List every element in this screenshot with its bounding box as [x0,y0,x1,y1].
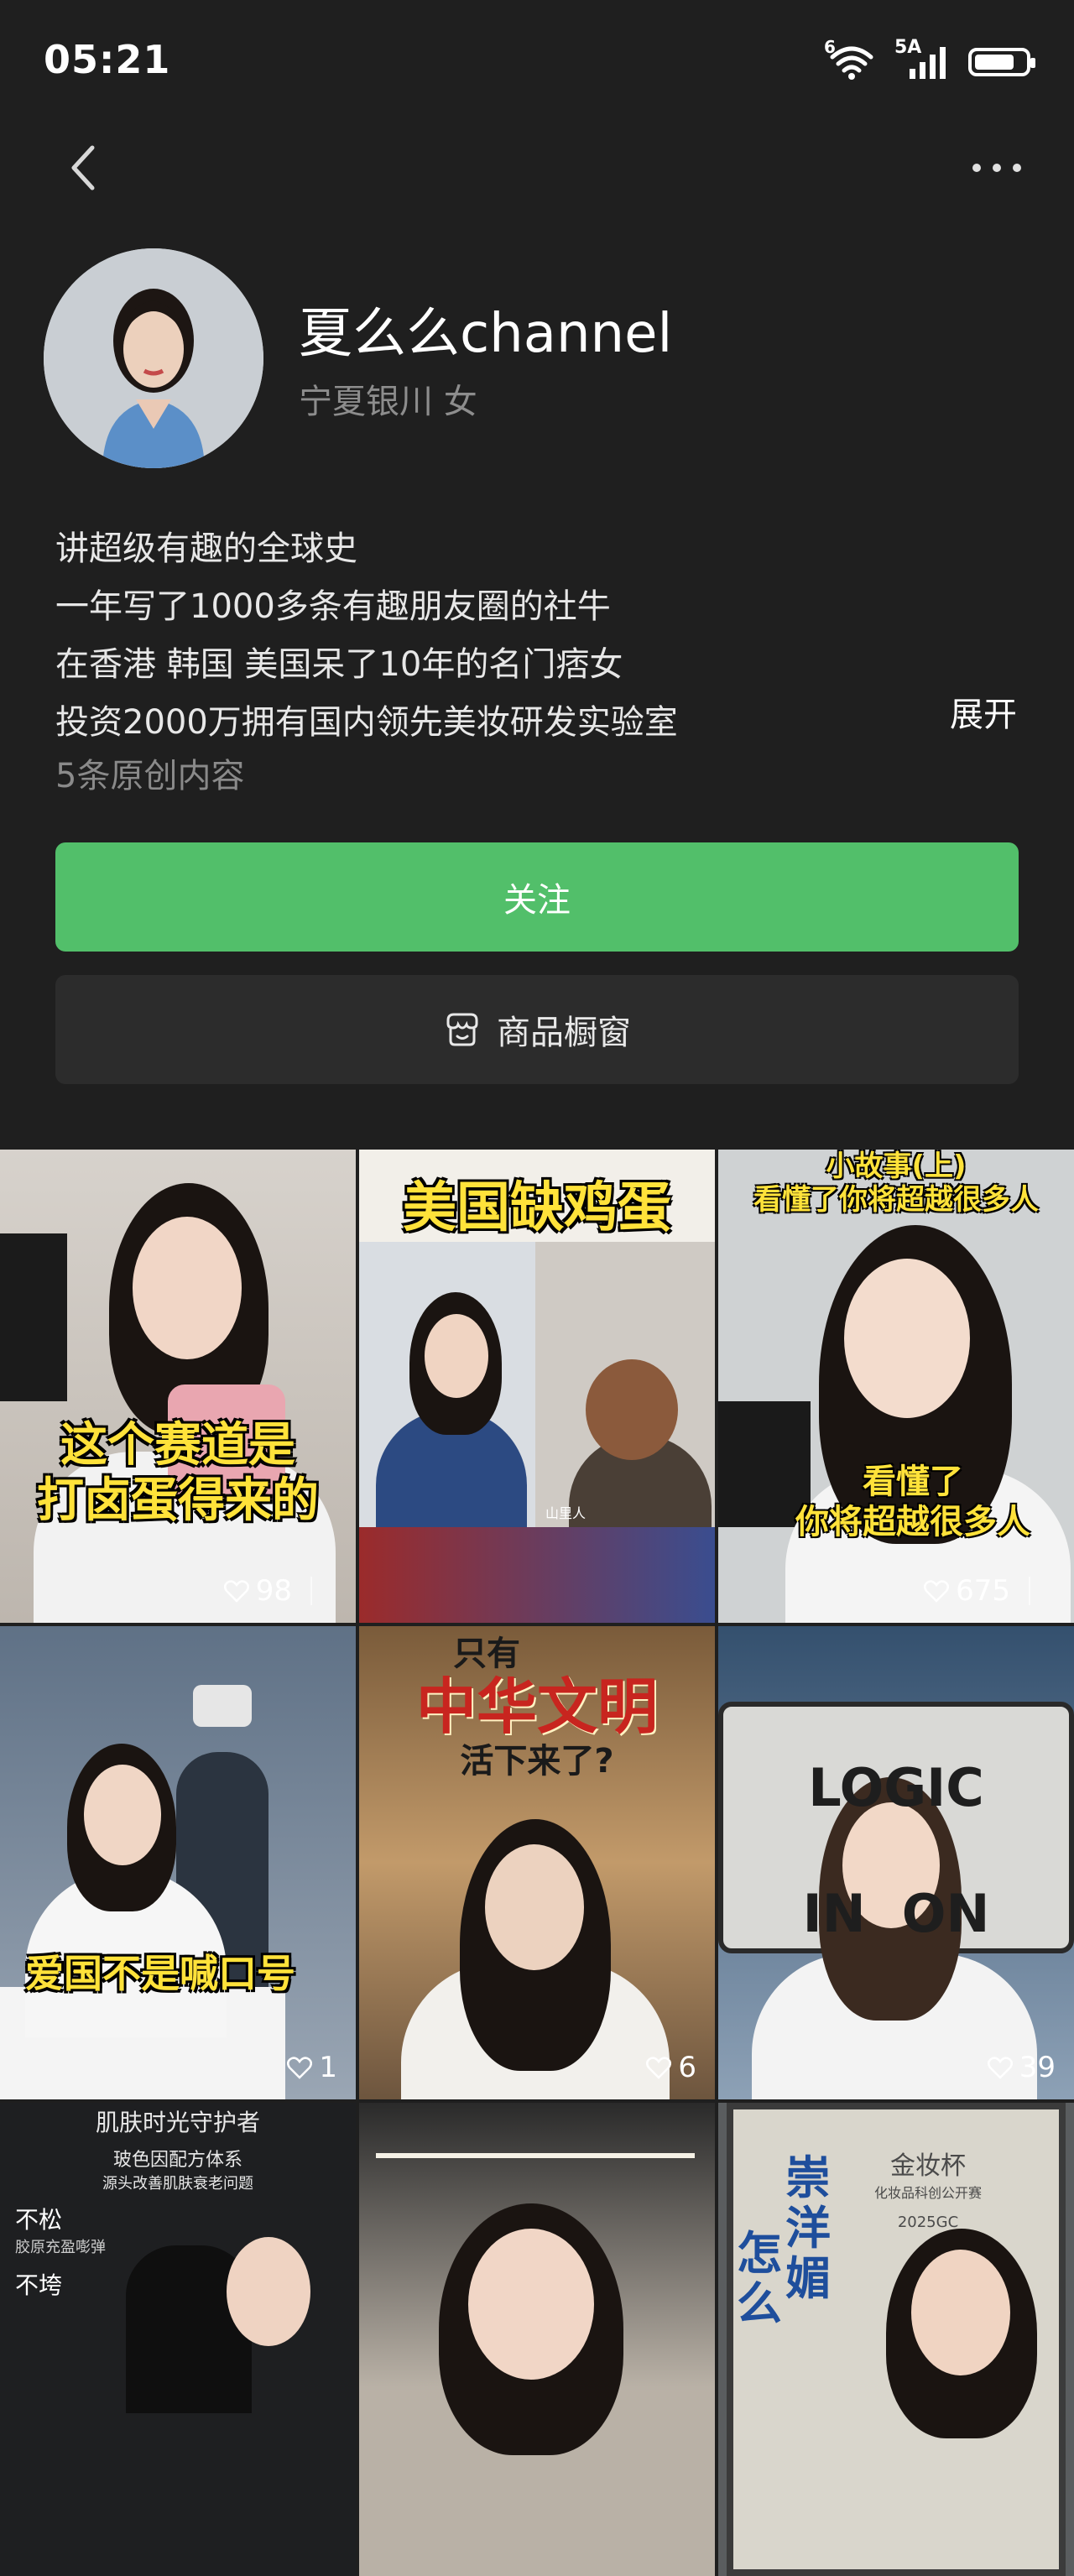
caption-line: 中华文明 [415,1671,658,1742]
caption-line: 肌肤时光守护者 [95,2109,260,2136]
caption-line: 打卤蛋得来的 [37,1473,319,1528]
caption-line: 看懂了 [863,1463,963,1501]
like-count: 6 [646,2051,696,2084]
follow-button-label: 关注 [503,881,571,920]
bio-line: 一年写了1000多条有趣朋友圈的社牛 [55,587,611,626]
video-thumbnail [359,2103,715,2576]
video-tile[interactable]: LOGIC IN ON 39 [718,1626,1074,2099]
video-side-caption: 不松 胶原充盈嘭弹 不垮 [15,2206,106,2299]
avatar-portrait-image [44,248,263,468]
video-tile[interactable]: 只有 中华文明 活下来了? 6 [359,1626,715,2099]
heart-icon [646,2057,672,2079]
video-caption: 小故事(上) 看懂了你将超越很多人 [718,1150,1074,1217]
video-caption: 爱国不是喊口号 [0,1943,356,1999]
video-vertical-caption: 崇 洋 媚 [785,2151,831,2305]
share-icon [310,1577,337,1605]
video-thumbnail [718,1150,1074,1623]
wifi-icon: 6 [824,39,876,81]
video-caption: 只有 中华文明 活下来了? [359,1635,715,1782]
caption-line: 小故事(上) [826,1150,967,1183]
caption-line: 源头改善肌肤衰老问题 [102,2175,253,2193]
piano-shape [0,1233,67,1401]
share-icon [1029,1577,1056,1605]
video-thumbnail [0,1150,356,1623]
caption-line: 活下来了? [460,1742,614,1781]
battery-icon [968,48,1035,76]
bio-line: 讲超级有趣的全球史 [55,529,357,568]
video-tile[interactable]: 山里人 美国缺鸡蛋 [359,1150,715,1623]
more-options-button[interactable] [963,151,1030,185]
like-count: 39 [987,2051,1056,2084]
heart-icon [223,1580,249,1603]
video-tile[interactable]: 爱国不是喊口号 1 [0,1626,356,2099]
caption-line: 美国缺鸡蛋 [403,1177,671,1239]
caption-line: 玻色因配方体系 [112,2150,242,2171]
like-count: 1 [287,2051,337,2084]
video-caption: LOGIC IN ON [718,1725,1074,1977]
like-count: 98 [223,1574,337,1608]
battery-level [975,55,1014,70]
expand-bio-link[interactable]: 展开 [873,688,1017,742]
video-thumbnail [0,1626,356,2099]
video-caption: 肌肤时光守护者 玻色因配方体系 源头改善肌肤衰老问题 [0,2104,356,2193]
video-caption: 美国缺鸡蛋 [359,1165,715,1242]
back-button[interactable] [60,139,111,198]
follow-button[interactable]: 关注 [55,842,1019,952]
video-grid: 这个赛道是 打卤蛋得来的 98 山里人 美国缺鸡蛋 小故事(上) 看懂了你将超越… [0,1150,1074,2576]
video-tile[interactable]: 小故事(上) 看懂了你将超越很多人 看懂了 你将超越很多人 675 [718,1150,1074,1623]
heart-icon [924,1580,950,1603]
video-tile[interactable] [359,2103,715,2576]
wifi-label: 6 [824,37,836,57]
video-vertical-caption: 怎 么 [737,2227,782,2330]
like-count: 675 [924,1574,1056,1608]
heart-icon [287,2057,313,2079]
caption-line: 看懂了你将超越很多人 [753,1183,1039,1217]
heart-icon [987,2057,1013,2079]
signal-icon: 5A [894,39,950,81]
status-time: 05:21 [44,37,171,82]
video-overlay-caption: 看懂了 你将超越很多人 [718,1462,1074,1542]
video-tile[interactable]: 这个赛道是 打卤蛋得来的 98 [0,1150,356,1623]
bio-line: 在香港 韩国 美国呆了10年的名门痞女 [55,645,623,684]
chevron-left-icon [71,145,95,190]
profile-location: 宁夏银川 女 [299,383,477,421]
shop-window-icon [446,1013,478,1046]
profile-name: 夏么么channel [299,303,673,365]
more-dots-icon [972,164,1021,172]
status-icons: 6 5A [824,39,1035,81]
video-tile[interactable]: 肌肤时光守护者 玻色因配方体系 源头改善肌肤衰老问题 不松 胶原充盈嘭弹 不垮 [0,2103,356,2576]
megaphone-shape [193,1685,252,1727]
original-content-count: 5条原创内容 [55,757,245,795]
video-caption: 这个赛道是 打卤蛋得来的 [0,1418,356,1529]
video-caption: 金妆杯 化妆品科创公开赛 2025GC [873,2151,982,2231]
shop-window-button[interactable]: 商品橱窗 [55,975,1019,1084]
caption-line: 只有 [453,1635,520,1673]
status-bar: 05:21 6 5A [0,0,1074,126]
caption-line: 你将超越很多人 [795,1503,1030,1541]
avatar[interactable] [44,248,263,468]
shop-button-label: 商品橱窗 [497,1014,631,1052]
caption-line: IN ON [802,1883,990,1944]
caption-line: 这个赛道是 [60,1418,295,1473]
caption-line: 爱国不是喊口号 [25,1951,295,1996]
video-tile[interactable]: 金妆杯 化妆品科创公开赛 2025GC 崇 洋 媚 怎 么 [718,2103,1074,2576]
video-sub-label: 山里人 [545,1505,587,1521]
caption-line: LOGIC [808,1757,984,1818]
